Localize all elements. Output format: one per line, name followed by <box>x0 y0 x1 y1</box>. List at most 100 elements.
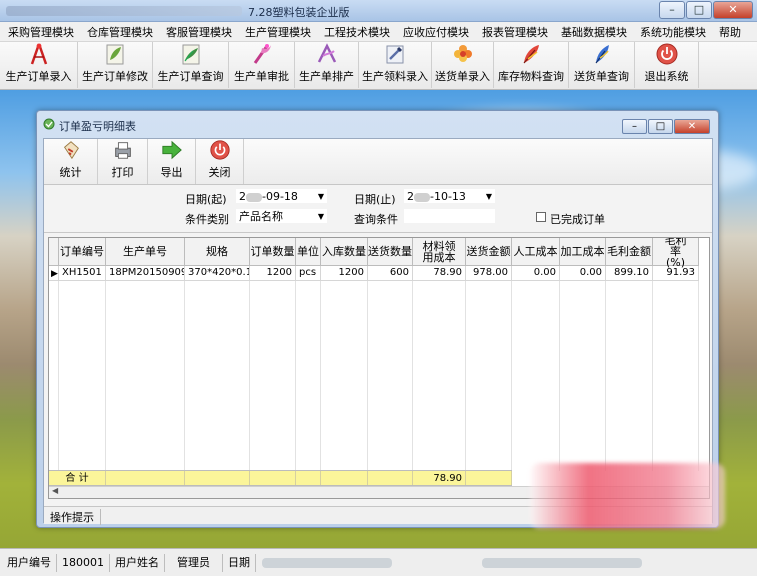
category-select[interactable]: 产品名称 ▼ <box>236 209 327 223</box>
tool-order-schedule[interactable]: 生产单排产 <box>295 42 359 88</box>
child-minimize-button[interactable]: – <box>622 119 647 134</box>
header-cell[interactable]: 规格 <box>185 238 250 265</box>
date-to-label: 日期(止) <box>354 193 396 206</box>
maximize-button[interactable]: □ <box>686 1 712 19</box>
main-toolbar: 生产订单录入 生产订单修改 生产订单查询 生产单审批 生产单排产 生产领料录入 … <box>0 42 757 90</box>
tool-label: 生产订单查询 <box>157 70 224 83</box>
child-window-controls: – □ ✕ <box>621 119 710 134</box>
close-report-button[interactable]: 关闭 <box>196 139 244 184</box>
tool-order-approve[interactable]: 生产单审批 <box>229 42 295 88</box>
menu-base-data[interactable]: 基础数据模块 <box>561 24 627 40</box>
clipboard-icon <box>63 141 79 160</box>
tool-label: 生产单审批 <box>234 70 289 83</box>
query-label: 查询条件 <box>354 213 398 226</box>
child-close-button[interactable]: ✕ <box>674 119 710 134</box>
tool-label: 送货单查询 <box>574 70 629 83</box>
header-cell[interactable]: 生产单号 <box>106 238 185 265</box>
filter-panel: 日期(起) 2 -09-18 ▼ 日期(止) 2 -10-13 ▼ 条件类别 产品名… <box>44 185 712 233</box>
export-button[interactable]: 导出 <box>148 139 196 184</box>
header-cell[interactable]: 单位 <box>296 238 321 265</box>
header-cell[interactable]: 入库数量 <box>321 238 368 265</box>
cell-spec[interactable]: 370*420*0.14 <box>185 266 250 280</box>
cell-delivery-amount[interactable]: 978.00 <box>466 266 512 280</box>
user-name-label: 用户姓名 <box>110 553 165 572</box>
menu-reports[interactable]: 报表管理模块 <box>482 24 548 40</box>
window-icon <box>43 118 55 130</box>
cell-processing-cost[interactable]: 0.00 <box>560 266 606 280</box>
header-cell[interactable]: 订单编号 <box>59 238 106 265</box>
header-cell[interactable]: 加工成本 <box>560 238 606 265</box>
profit-table: 订单编号 生产单号 规格 订单数量 单位 入库数量 送货数量 材料领用成本 送货… <box>48 237 710 499</box>
tool-label: 生产领料录入 <box>362 70 428 83</box>
tool-delivery-entry[interactable]: 送货单录入 <box>432 42 494 88</box>
date-label: 日期 <box>223 553 256 572</box>
user-code-value: 180001 <box>57 553 110 572</box>
cell-order-qty[interactable]: 1200 <box>250 266 296 280</box>
print-button[interactable]: 打印 <box>98 139 148 184</box>
header-cell[interactable]: 毛利金额 <box>606 238 653 265</box>
cell-gross-margin[interactable]: 91.93 <box>653 266 699 280</box>
cell-material-cost[interactable]: 78.90 <box>413 266 466 280</box>
obscured-text <box>246 192 262 202</box>
menu-purchase[interactable]: 采购管理模块 <box>8 24 74 40</box>
app-titlebar: 7.28塑料包装企业版 – □ ✕ <box>0 0 757 22</box>
menubar: 采购管理模块 仓库管理模块 客服管理模块 生产管理模块 工程技术模块 应收应付模… <box>0 22 757 42</box>
scroll-left-icon[interactable]: ◀ <box>52 486 58 495</box>
dropdown-arrow-icon: ▼ <box>485 192 492 201</box>
tool-delivery-query[interactable]: 送货单查询 <box>569 42 635 88</box>
stat-button[interactable]: 统计 <box>44 139 98 184</box>
header-cell[interactable]: 材料领用成本 <box>413 238 466 265</box>
total-row: 合 计 78.90 <box>49 470 512 486</box>
tool-order-query[interactable]: 生产订单查询 <box>153 42 229 88</box>
child-maximize-button[interactable]: □ <box>648 119 673 134</box>
cell-instock-qty[interactable]: 1200 <box>321 266 368 280</box>
tool-order-entry[interactable]: 生产订单录入 <box>0 42 78 88</box>
leaf-pen-icon <box>182 44 199 65</box>
cell-order-no[interactable]: XH1501 <box>59 266 106 280</box>
tool-order-edit[interactable]: 生产订单修改 <box>78 42 153 88</box>
header-cell[interactable]: 送货金额 <box>466 238 512 265</box>
completed-orders-label: 已完成订单 <box>550 213 605 226</box>
close-button[interactable]: ✕ <box>713 1 753 19</box>
date-from-picker[interactable]: 2 -09-18 ▼ <box>236 189 327 203</box>
menu-system[interactable]: 系统功能模块 <box>640 24 706 40</box>
cell-delivery-qty[interactable]: 600 <box>368 266 413 280</box>
cell-production-no[interactable]: 18PM20150909001 <box>106 266 185 280</box>
cell-gross-profit[interactable]: 899.10 <box>606 266 653 280</box>
row-pointer-icon: ▶ <box>51 269 58 279</box>
printer-icon <box>114 142 131 159</box>
window-controls: – □ ✕ <box>658 1 753 19</box>
report-toolbar: 统计 打印 导出 关闭 <box>44 139 712 185</box>
menu-help[interactable]: 帮助 <box>719 24 741 40</box>
menu-production[interactable]: 生产管理模块 <box>245 24 311 40</box>
table-header: 订单编号 生产单号 规格 订单数量 单位 入库数量 送货数量 材料领用成本 送货… <box>49 238 699 268</box>
column-gridlines <box>49 266 699 471</box>
leaf-icon <box>106 44 124 65</box>
tool-label: 库存物料查询 <box>498 70 564 83</box>
table-row[interactable]: XH1501 18PM20150909001 370*420*0.14 1200… <box>49 266 699 281</box>
cell-unit[interactable]: pcs <box>296 266 321 280</box>
minimize-button[interactable]: – <box>659 1 685 19</box>
date-to-picker[interactable]: 2 -10-13 ▼ <box>404 189 495 203</box>
header-cell[interactable]: 订单数量 <box>250 238 296 265</box>
menu-receivable-payable[interactable]: 应收应付模块 <box>403 24 469 40</box>
tool-stock-query[interactable]: 库存物料查询 <box>494 42 569 88</box>
menu-engineering[interactable]: 工程技术模块 <box>324 24 390 40</box>
tool-label: 关闭 <box>208 166 231 179</box>
header-cell[interactable]: 人工成本 <box>512 238 560 265</box>
completed-orders-checkbox[interactable] <box>536 212 546 222</box>
header-cell[interactable]: 毛利率(%) <box>653 238 699 268</box>
menu-customer-service[interactable]: 客服管理模块 <box>166 24 232 40</box>
query-input[interactable] <box>404 209 495 223</box>
tool-material-entry[interactable]: 生产领料录入 <box>359 42 432 88</box>
category-label: 条件类别 <box>185 213 229 226</box>
obscured-text <box>482 557 642 568</box>
cell-labor-cost[interactable]: 0.00 <box>512 266 560 280</box>
power-icon <box>656 43 677 65</box>
obscured-watermark <box>530 463 725 529</box>
tool-exit[interactable]: 退出系统 <box>635 42 699 88</box>
header-cell[interactable]: 送货数量 <box>368 238 413 265</box>
date-from-label: 日期(起) <box>185 193 227 206</box>
menu-warehouse[interactable]: 仓库管理模块 <box>87 24 153 40</box>
tool-label: 生产订单录入 <box>5 70 72 83</box>
